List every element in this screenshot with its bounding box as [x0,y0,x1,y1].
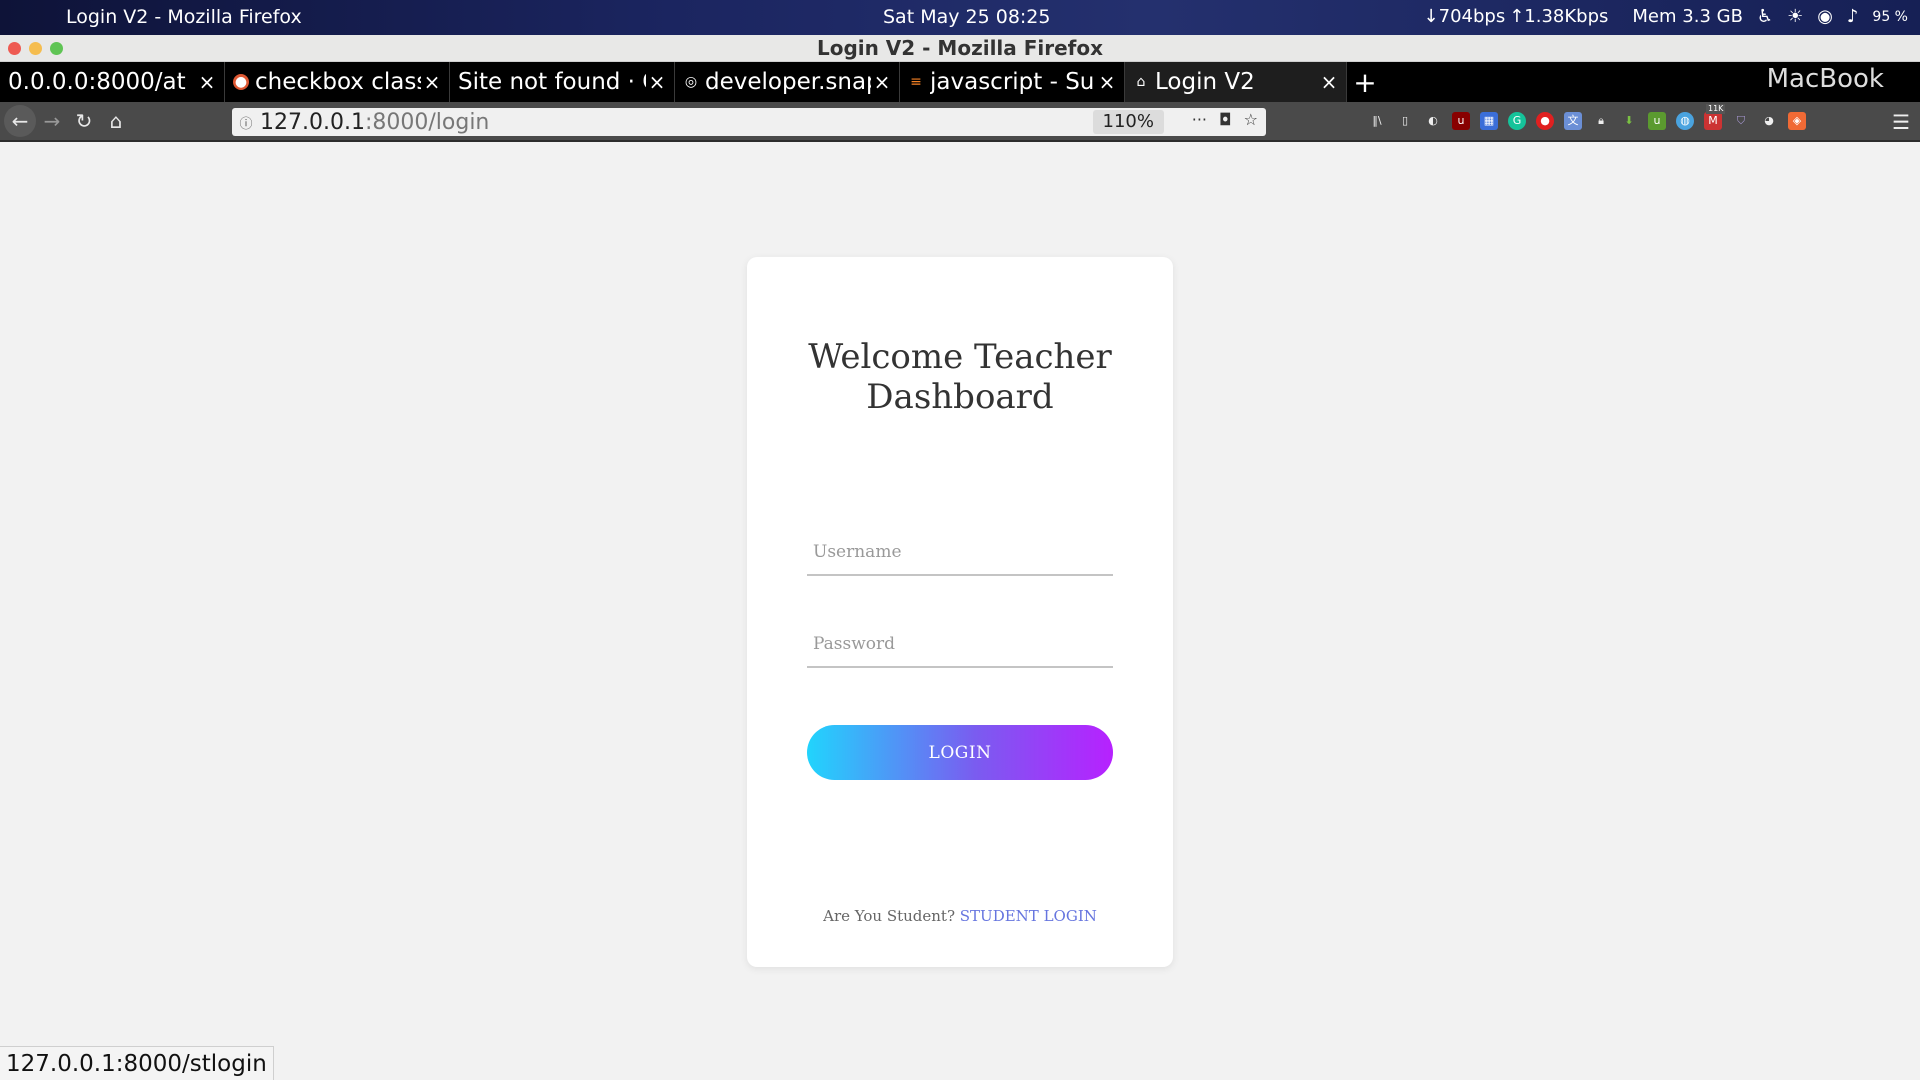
info-icon[interactable]: ⓘ [232,113,260,132]
close-tab-icon[interactable]: × [421,70,443,94]
page-title: Welcome Teacher Dashboard [747,337,1173,417]
close-window-button[interactable] [8,42,21,55]
gmail-extension-icon[interactable]: M 11K [1704,104,1726,130]
reload-button[interactable]: ↻ [68,105,100,137]
student-login-footer: Are You Student? STUDENT LOGIN [747,907,1173,925]
url-host: 127.0.0.1 [260,109,365,135]
username-input[interactable] [807,530,1113,576]
url-path: :8000/login [364,109,490,135]
os-top-panel: Login V2 - Mozilla Firefox Sat May 25 08… [0,0,1920,35]
close-tab-icon[interactable]: × [646,70,668,94]
tab-5-active[interactable]: ⌂ Login V2 × [1125,62,1347,102]
fox-extension-icon[interactable]: ◈ [1788,112,1806,130]
title-line-2: Dashboard [866,377,1054,417]
tab-label: Login V2 [1155,69,1255,95]
window-controls [8,42,63,55]
home-button[interactable]: ⌂ [100,105,132,137]
wifi-icon[interactable]: ◉ [1817,6,1833,27]
new-tab-button[interactable]: + [1347,62,1383,102]
tab-3[interactable]: ◎ developer.snap × [675,62,900,102]
tab-label: javascript - Sub [930,69,1096,95]
bookmark-star-icon[interactable]: ☆ [1244,110,1258,129]
net-speed-down: ↓704bps [1423,6,1506,27]
os-status-area: ↓704bps ↑1.38Kbps Mem 3.3 GB ♿ ☀ ◉ ♪ 95 … [1424,6,1908,27]
tab-0[interactable]: 0.0.0.0:8000/at × [0,62,225,102]
chrome-like-icon[interactable]: ◍ [1676,112,1694,130]
maximize-window-button[interactable] [50,42,63,55]
tab-2[interactable]: Site not found · G × [450,62,675,102]
zoom-indicator[interactable]: 110% [1092,110,1164,134]
home-icon: ⌂ [1136,74,1146,90]
close-tab-icon[interactable]: × [1318,70,1340,94]
tab-label: 0.0.0.0:8000/at [8,69,186,95]
close-tab-icon[interactable]: × [1096,70,1118,94]
tab-label: developer.snap [705,69,871,95]
tab-1[interactable]: ● checkbox class × [225,62,450,102]
minimize-window-button[interactable] [29,42,42,55]
pocket-icon[interactable]: ◘ [1219,110,1232,129]
grid-extension-icon[interactable]: ▦ [1480,112,1498,130]
url-text[interactable]: 127.0.0.1:8000/login [260,110,489,135]
link-status-bar: 127.0.0.1:8000/stlogin [0,1046,274,1080]
login-button[interactable]: LOGIN [807,725,1113,780]
forward-button[interactable]: → [36,105,68,137]
net-speed-up: ↑1.38Kbps [1509,6,1609,27]
title-line-1: Welcome Teacher [808,337,1112,377]
tab-label: Site not found · G [458,69,646,95]
ublock-icon[interactable]: u [1452,112,1470,130]
macbook-label: MacBook [1761,64,1884,94]
student-login-link[interactable]: STUDENT LOGIN [960,907,1097,925]
arrow-right-icon: → [43,109,61,133]
login-card: Welcome Teacher Dashboard LOGIN Are You … [747,257,1173,967]
tab-4[interactable]: ≡ javascript - Sub × [900,62,1125,102]
translate-icon[interactable]: 文 [1564,112,1582,130]
password-input[interactable] [807,622,1113,668]
stackoverflow-icon: ≡ [910,74,922,90]
shield-extension-icon[interactable]: ⛉ [1732,112,1750,130]
os-app-title[interactable]: Login V2 - Mozilla Firefox [66,6,302,28]
red-extension-icon[interactable]: ● [1536,112,1554,130]
home-icon: ⌂ [109,109,123,133]
urlbar-actions: ··· ◘ ☆ [1192,110,1258,129]
gmail-badge: 11K [1706,104,1726,114]
page-actions-icon[interactable]: ··· [1192,110,1207,129]
footer-text: Are You Student? [823,907,955,925]
extension-icons: ‖\ ▯ ◐ u ▦ G ● 文 🔒︎ ⬇ u ◍ M 11K ⛉ ◕ ◈ [1368,104,1806,130]
url-bar[interactable]: ⓘ 127.0.0.1:8000/login 110% ··· ◘ ☆ [232,108,1266,136]
lock-extension-icon[interactable]: 🔒︎ [1592,112,1610,130]
globe-icon: ◎ [684,74,698,90]
window-title: Login V2 - Mozilla Firefox [816,36,1104,60]
navigation-toolbar: ← → ↻ ⌂ ⓘ 127.0.0.1:8000/login 110% ··· … [0,102,1920,142]
accessibility-icon[interactable]: ♿ [1757,6,1773,27]
close-tab-icon[interactable]: × [871,70,893,94]
os-clock[interactable]: Sat May 25 08:25 [883,6,1050,28]
back-button[interactable]: ← [4,105,36,137]
sidebar-icon[interactable]: ▯ [1396,112,1414,130]
tab-label: checkbox class [255,69,421,95]
close-tab-icon[interactable]: × [196,70,218,94]
menu-hamburger-icon[interactable]: ☰ [1892,110,1910,134]
download-extension-icon[interactable]: ⬇ [1620,112,1638,130]
extension-eye-icon[interactable]: ◐ [1424,112,1442,130]
memory-indicator: Mem 3.3 GB [1632,6,1743,27]
library-icon[interactable]: ‖\ [1368,112,1386,130]
grammarly-icon[interactable]: G [1508,112,1526,130]
volume-icon[interactable]: ♪ [1847,6,1859,27]
arrow-left-icon: ← [11,109,29,133]
green-extension-icon[interactable]: u [1648,112,1666,130]
duckduckgo-icon: ● [233,74,249,90]
github-icon[interactable]: ◕ [1760,112,1778,130]
macbook-text: MacBook [1766,64,1884,94]
tab-strip: 0.0.0.0:8000/at × ● checkbox class × Sit… [0,62,1920,102]
window-titlebar: Login V2 - Mozilla Firefox [0,35,1920,62]
reload-icon: ↻ [75,109,93,133]
brightness-icon[interactable]: ☀ [1787,6,1803,27]
battery-indicator[interactable]: 95 % [1872,9,1908,25]
